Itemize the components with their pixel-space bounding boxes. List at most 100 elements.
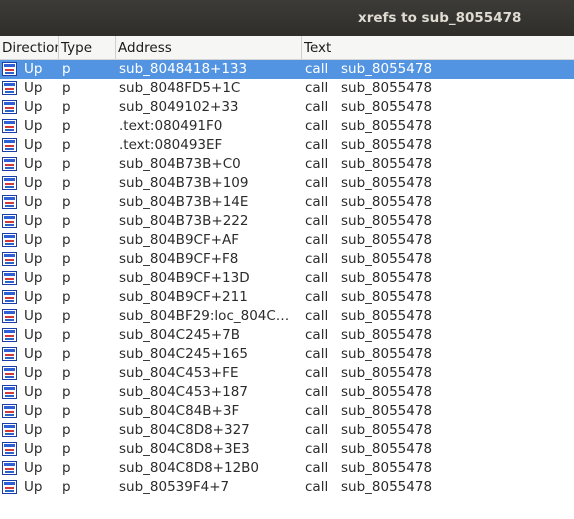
- table-row[interactable]: Up p sub_804C8D8+3E3 call sub_8055478: [0, 440, 574, 459]
- table-row[interactable]: Up p .text:080493EF call sub_8055478: [0, 136, 574, 155]
- column-header-text[interactable]: Text: [302, 36, 574, 59]
- instruction-operand: sub_8055478: [341, 251, 433, 267]
- xref-up-icon: [2, 290, 17, 304]
- table-row[interactable]: Up p sub_804B9CF+13D call sub_8055478: [0, 269, 574, 288]
- direction-label: Up: [24, 194, 43, 210]
- type-cell: p: [62, 365, 71, 381]
- table-row[interactable]: Up p sub_804B9CF+F8 call sub_8055478: [0, 250, 574, 269]
- xref-up-icon: [2, 157, 17, 171]
- direction-cell: Up: [2, 478, 58, 497]
- direction-cell: Up: [2, 193, 58, 212]
- table-row[interactable]: Up p sub_804B73B+14E call sub_8055478: [0, 193, 574, 212]
- column-header-type[interactable]: Type: [59, 36, 116, 59]
- table-row[interactable]: Up p sub_8048FD5+1C call sub_8055478: [0, 79, 574, 98]
- table-row[interactable]: Up p sub_804B73B+C0 call sub_8055478: [0, 155, 574, 174]
- direction-label: Up: [24, 365, 43, 381]
- xref-up-icon: [2, 81, 17, 95]
- address-cell: sub_8048418+133: [119, 61, 248, 77]
- table-row[interactable]: Up p sub_804B73B+222 call sub_8055478: [0, 212, 574, 231]
- address-cell: sub_804B9CF+AF: [119, 232, 240, 248]
- direction-cell: Up: [2, 98, 58, 117]
- xref-up-icon: [2, 461, 17, 475]
- type-cell: p: [62, 422, 71, 438]
- direction-cell: Up: [2, 345, 58, 364]
- text-cell: call sub_8055478: [305, 212, 574, 231]
- type-cell: p: [62, 460, 71, 476]
- xref-up-icon: [2, 138, 17, 152]
- table-row[interactable]: Up p sub_804B9CF+211 call sub_8055478: [0, 288, 574, 307]
- instruction-operand: sub_8055478: [341, 232, 433, 248]
- table-row[interactable]: Up p sub_804BF29:loc_804C… call sub_8055478: [0, 307, 574, 326]
- instruction-operand: sub_8055478: [341, 270, 433, 286]
- address-cell: sub_804B73B+222: [119, 213, 249, 229]
- instruction-mnemonic: call: [305, 175, 329, 191]
- xref-up-icon: [2, 309, 17, 323]
- direction-cell: Up: [2, 155, 58, 174]
- type-cell: p: [62, 251, 71, 267]
- direction-label: Up: [24, 308, 43, 324]
- instruction-mnemonic: call: [305, 479, 329, 495]
- xref-up-icon: [2, 404, 17, 418]
- address-cell: sub_804B9CF+211: [119, 289, 248, 305]
- table-row[interactable]: Up p sub_804C84B+3F call sub_8055478: [0, 402, 574, 421]
- text-cell: call sub_8055478: [305, 459, 574, 478]
- table-row[interactable]: Up p sub_8048418+133 call sub_8055478: [0, 60, 574, 79]
- direction-cell: Up: [2, 364, 58, 383]
- direction-cell: Up: [2, 421, 58, 440]
- column-header-address[interactable]: Address: [116, 36, 302, 59]
- address-cell: sub_804C8D8+3E3: [119, 441, 250, 457]
- window-titlebar[interactable]: xrefs to sub_8055478: [0, 0, 574, 36]
- instruction-mnemonic: call: [305, 80, 329, 96]
- table-row[interactable]: Up p sub_80539F4+7 call sub_8055478: [0, 478, 574, 497]
- instruction-operand: sub_8055478: [341, 346, 433, 362]
- instruction-operand: sub_8055478: [341, 289, 433, 305]
- table-row[interactable]: Up p sub_804C245+165 call sub_8055478: [0, 345, 574, 364]
- text-cell: call sub_8055478: [305, 231, 574, 250]
- table-header: Direction Type Address Text: [0, 36, 574, 60]
- text-cell: call sub_8055478: [305, 136, 574, 155]
- address-cell: sub_804B9CF+13D: [119, 270, 250, 286]
- text-cell: call sub_8055478: [305, 174, 574, 193]
- instruction-operand: sub_8055478: [341, 403, 433, 419]
- direction-label: Up: [24, 479, 43, 495]
- address-cell: sub_8048FD5+1C: [119, 80, 241, 96]
- table-row[interactable]: Up p sub_804C245+7B call sub_8055478: [0, 326, 574, 345]
- type-cell: p: [62, 61, 71, 77]
- table-row[interactable]: Up p sub_804C8D8+12B0 call sub_8055478: [0, 459, 574, 478]
- text-cell: call sub_8055478: [305, 250, 574, 269]
- address-cell: sub_804C245+165: [119, 346, 248, 362]
- table-row[interactable]: Up p sub_8049102+33 call sub_8055478: [0, 98, 574, 117]
- instruction-operand: sub_8055478: [341, 175, 433, 191]
- table-row[interactable]: Up p sub_804B9CF+AF call sub_8055478: [0, 231, 574, 250]
- direction-label: Up: [24, 460, 43, 476]
- instruction-operand: sub_8055478: [341, 118, 433, 134]
- table-row[interactable]: Up p sub_804B73B+109 call sub_8055478: [0, 174, 574, 193]
- address-cell: sub_804B73B+14E: [119, 194, 249, 210]
- type-cell: p: [62, 270, 71, 286]
- column-header-direction[interactable]: Direction: [0, 36, 59, 59]
- instruction-mnemonic: call: [305, 137, 329, 153]
- type-cell: p: [62, 213, 71, 229]
- text-cell: call sub_8055478: [305, 440, 574, 459]
- address-cell: sub_804C453+FE: [119, 365, 239, 381]
- table-row[interactable]: Up p sub_804C453+FE call sub_8055478: [0, 364, 574, 383]
- text-cell: call sub_8055478: [305, 98, 574, 117]
- instruction-operand: sub_8055478: [341, 99, 433, 115]
- instruction-mnemonic: call: [305, 403, 329, 419]
- direction-label: Up: [24, 403, 43, 419]
- direction-cell: Up: [2, 440, 58, 459]
- address-cell: sub_804B9CF+F8: [119, 251, 239, 267]
- table-row[interactable]: Up p sub_804C453+187 call sub_8055478: [0, 383, 574, 402]
- type-cell: p: [62, 118, 71, 134]
- xref-up-icon: [2, 480, 17, 494]
- table-row[interactable]: Up p .text:080491F0 call sub_8055478: [0, 117, 574, 136]
- instruction-operand: sub_8055478: [341, 213, 433, 229]
- xref-up-icon: [2, 62, 17, 76]
- direction-label: Up: [24, 270, 43, 286]
- direction-label: Up: [24, 156, 43, 172]
- instruction-operand: sub_8055478: [341, 422, 433, 438]
- xref-up-icon: [2, 195, 17, 209]
- xref-up-icon: [2, 233, 17, 247]
- table-row[interactable]: Up p sub_804C8D8+327 call sub_8055478: [0, 421, 574, 440]
- type-cell: p: [62, 175, 71, 191]
